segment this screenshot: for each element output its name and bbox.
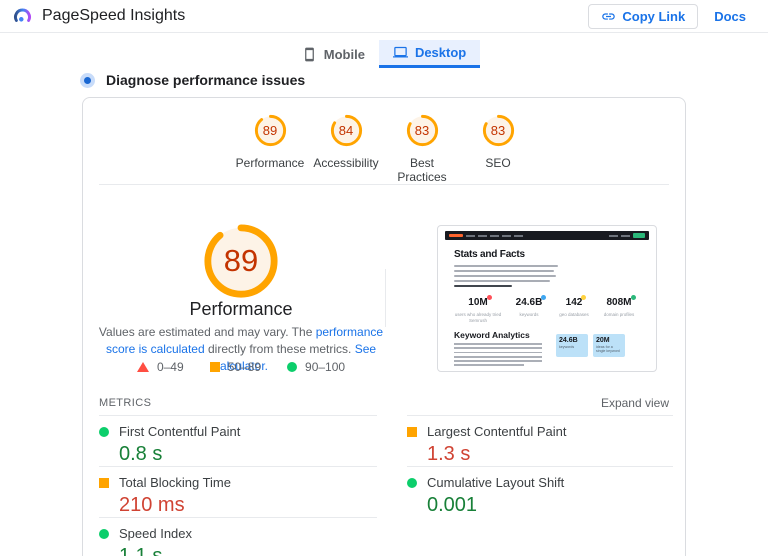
tab-mobile-label: Mobile [324, 47, 365, 62]
section-divider [99, 184, 669, 185]
metrics-column-left: First Contentful Paint 0.8 s Total Block… [99, 415, 377, 556]
diagnose-radio-icon[interactable] [80, 73, 95, 88]
performance-score: 89 [254, 114, 287, 147]
main-performance-gauge: 89 [202, 222, 280, 300]
metrics-header: METRICS Expand view [99, 395, 669, 411]
metric-name: Total Blocking Time [119, 475, 231, 490]
good-circle-icon [99, 529, 109, 539]
metric-name: First Contentful Paint [119, 424, 240, 439]
thumbnail-site-logo [449, 234, 463, 237]
main-performance-label: Performance [91, 299, 391, 320]
tab-mobile[interactable]: Mobile [288, 40, 379, 68]
app-title: PageSpeed Insights [42, 7, 185, 25]
thumbnail-stat-box: 20M ideas for a single keyword [593, 334, 625, 357]
thumbnail-stat: 808M domain profiles [594, 292, 644, 323]
thumbnail-subheading: Keyword Analytics [454, 330, 530, 340]
metric-name: Largest Contentful Paint [427, 424, 566, 439]
main-performance-score: 89 [202, 222, 280, 300]
laptop-icon [393, 45, 408, 60]
thumbnail-signup-button [633, 233, 645, 238]
expand-view-button[interactable]: Expand view [601, 396, 669, 410]
metric-speed-index: Speed Index 1.1 s [99, 517, 377, 556]
metrics-section-label: METRICS [99, 397, 151, 409]
app-header: PageSpeed Insights Copy Link Docs [0, 0, 768, 33]
device-tabs: Mobile Desktop [0, 40, 768, 68]
thumbnail-stats-row: 10M users who already tried Semrush 24.6… [452, 292, 644, 323]
average-square-icon [99, 478, 109, 488]
seo-category-label: SEO [485, 156, 510, 170]
legend-good: 90–100 [287, 360, 345, 374]
thumbnail-heading: Stats and Facts [454, 249, 525, 260]
page-screenshot-thumbnail: Stats and Facts 10M users who already tr… [437, 225, 657, 372]
category-performance[interactable]: 89 Performance [232, 114, 308, 184]
metric-largest-contentful-paint: Largest Contentful Paint 1.3 s [407, 415, 673, 466]
legend-good-range: 90–100 [305, 360, 345, 374]
legend-fail: 0–49 [137, 360, 184, 374]
metric-value: 0.8 s [119, 443, 377, 466]
seo-score: 83 [482, 114, 515, 147]
metric-name: Cumulative Layout Shift [427, 475, 564, 490]
tab-desktop[interactable]: Desktop [379, 40, 480, 68]
metric-name: Speed Index [119, 526, 192, 541]
legend-average-range: 50–89 [228, 360, 261, 374]
docs-link[interactable]: Docs [714, 9, 746, 24]
metric-cumulative-layout-shift: Cumulative Layout Shift 0.001 [407, 466, 673, 517]
good-circle-icon [287, 362, 297, 372]
accessibility-score: 84 [330, 114, 363, 147]
tab-desktop-label: Desktop [415, 45, 466, 60]
vertical-divider [385, 269, 386, 327]
thumbnail-stat: 142 geo databases [554, 292, 594, 323]
thumbnail-navbar [445, 231, 649, 240]
thumbnail-stat-box: 24.6B keywords [556, 334, 588, 357]
performance-gauge: 89 [254, 114, 287, 147]
score-legend: 0–49 50–89 90–100 [91, 360, 391, 374]
accessibility-category-label: Accessibility [313, 156, 378, 170]
metric-value: 210 ms [119, 494, 377, 517]
diagnose-label: Diagnose performance issues [106, 72, 305, 88]
diagnose-section-header: Diagnose performance issues [80, 72, 305, 88]
copy-link-label: Copy Link [622, 9, 685, 24]
fail-triangle-icon [137, 362, 149, 372]
metric-value: 0.001 [427, 494, 673, 517]
category-best-practices[interactable]: 83 Best Practices [384, 114, 460, 184]
link-icon [601, 9, 616, 24]
best-practices-category-label: Best Practices [384, 156, 460, 184]
thumbnail-stat: 10M users who already tried Semrush [452, 292, 504, 323]
metric-total-blocking-time: Total Blocking Time 210 ms [99, 466, 377, 517]
category-scores-row: 89 Performance 84 Accessibility [83, 114, 685, 184]
category-seo[interactable]: 83 SEO [460, 114, 536, 184]
metrics-column-right: Largest Contentful Paint 1.3 s Cumulativ… [407, 415, 673, 517]
good-circle-icon [407, 478, 417, 488]
good-circle-icon [99, 427, 109, 437]
metric-first-contentful-paint: First Contentful Paint 0.8 s [99, 415, 377, 466]
disclaimer-text-mid: directly from these metrics. [205, 342, 355, 356]
pagespeed-logo-icon [12, 6, 33, 27]
pagespeed-insights-page: PageSpeed Insights Copy Link Docs Mobile… [0, 0, 768, 556]
category-accessibility[interactable]: 84 Accessibility [308, 114, 384, 184]
average-square-icon [407, 427, 417, 437]
best-practices-score: 83 [406, 114, 439, 147]
legend-average: 50–89 [210, 360, 261, 374]
thumbnail-stat: 24.6B keywords [504, 292, 554, 323]
performance-category-label: Performance [236, 156, 305, 170]
best-practices-gauge: 83 [406, 114, 439, 147]
legend-fail-range: 0–49 [157, 360, 184, 374]
metric-value: 1.1 s [119, 545, 377, 556]
average-square-icon [210, 362, 220, 372]
thumbnail-paragraph-placeholder [454, 265, 558, 290]
smartphone-icon [302, 47, 317, 62]
copy-link-button[interactable]: Copy Link [588, 4, 698, 29]
disclaimer-text: Values are estimated and may vary. The [99, 325, 316, 339]
thumbnail-paragraph2-placeholder [454, 343, 542, 369]
seo-gauge: 83 [482, 114, 515, 147]
metric-value: 1.3 s [427, 443, 673, 466]
accessibility-gauge: 84 [330, 114, 363, 147]
report-card: 89 Performance 84 Accessibility [82, 97, 686, 556]
